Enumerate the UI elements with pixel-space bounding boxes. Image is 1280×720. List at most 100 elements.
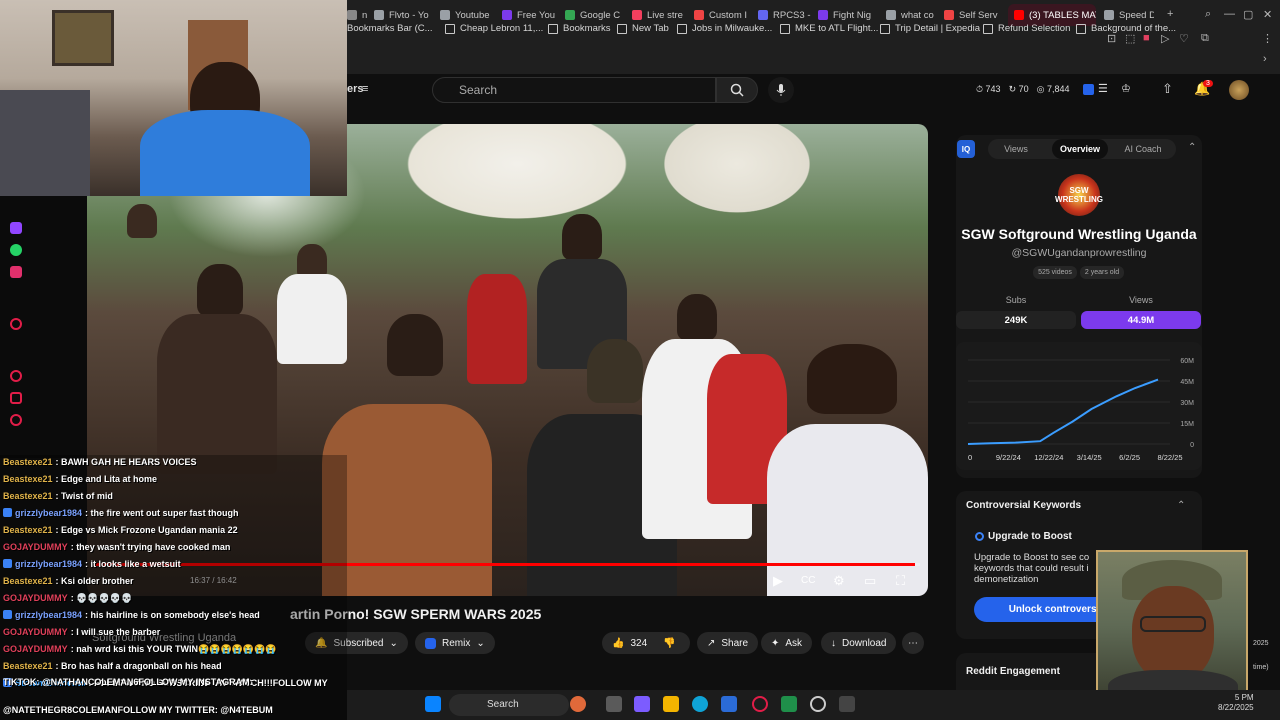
close-window-icon[interactable]: ✕: [1263, 8, 1272, 21]
chat-footer-line-1: TIKTOK: @NATHANCOLEMAN6FOLLOW MY INSTAGR…: [3, 677, 253, 687]
whatsapp-icon: [10, 244, 22, 256]
store-icon[interactable]: [721, 696, 737, 712]
search-tabs-icon[interactable]: ⌕: [1205, 8, 1211, 21]
extensions-puzzle-icon[interactable]: ⧉: [1201, 32, 1209, 45]
side-note: time): [1253, 664, 1269, 671]
start-menu-icon[interactable]: [425, 696, 441, 712]
new-tab-icon[interactable]: +: [1167, 8, 1173, 20]
bookmark-item[interactable]: Jobs in Milwauke...: [677, 23, 772, 34]
captions-icon[interactable]: CC: [801, 575, 815, 586]
bookmark-page-icon: [780, 23, 790, 34]
account-avatar[interactable]: [1229, 80, 1249, 100]
obs-icon[interactable]: [810, 696, 826, 712]
remix-label: Remix: [442, 637, 471, 649]
ask-button[interactable]: ✦ Ask: [761, 632, 813, 654]
screenshot-icon[interactable]: ⬚: [1125, 32, 1135, 45]
bookmark-item[interactable]: Bookmarks: [548, 23, 611, 34]
bookmark-item[interactable]: MKE to ATL Flight...: [780, 23, 878, 34]
minimize-icon[interactable]: —: [1224, 8, 1235, 20]
heart-icon[interactable]: ♡: [1179, 32, 1189, 45]
tab-label: RPCS3 -: [773, 9, 811, 21]
streamer-shirt: [140, 110, 310, 196]
bookmark-item[interactable]: Cheap Lebron 11,...: [445, 23, 543, 34]
like-count: 324: [630, 637, 648, 649]
vidiq-icon[interactable]: [1083, 84, 1094, 95]
fullscreen-icon[interactable]: ⛶: [896, 573, 905, 589]
bookmark-page-icon: [880, 23, 890, 34]
copilot-icon[interactable]: [634, 696, 650, 712]
bookmark-item[interactable]: New Tab: [617, 23, 669, 34]
list-icon[interactable]: ☰: [1098, 82, 1108, 95]
bookmark-item[interactable]: Bookmarks Bar (C...: [347, 23, 433, 34]
tab-views[interactable]: Views: [990, 139, 1042, 159]
voice-search-button[interactable]: [768, 77, 794, 103]
chevron-down-icon: ⌄: [476, 637, 485, 649]
more-dots-icon: ⋯: [908, 637, 918, 649]
file-explorer-icon[interactable]: [663, 696, 679, 712]
keywords-collapse-icon[interactable]: ⌃: [1177, 500, 1185, 511]
trophy-icon[interactable]: ♔: [1121, 82, 1131, 95]
menu-dots-icon[interactable]: ⋮: [1262, 32, 1273, 45]
taskbar-clock[interactable]: 5 PM 8/22/2025: [1218, 693, 1254, 713]
filter-icon[interactable]: ≡: [362, 83, 368, 95]
subs-value: 249K: [956, 311, 1076, 329]
chat-badge-icon: [3, 559, 12, 568]
boost-title: Upgrade to Boost: [988, 531, 1072, 542]
widget-icon[interactable]: [570, 696, 586, 712]
chat-username: Beastexe21: [3, 661, 53, 671]
collapse-chevron-icon[interactable]: ⌃: [1188, 142, 1196, 153]
more-actions-button[interactable]: ⋯: [902, 632, 924, 654]
theater-mode-icon[interactable]: ▭: [864, 573, 876, 589]
remix-button[interactable]: Remix ⌄: [415, 632, 495, 654]
like-dislike-button[interactable]: 👍 324 👎: [602, 632, 690, 654]
download-button[interactable]: ↓ Download: [821, 632, 897, 654]
share-button[interactable]: ↗ Share: [697, 632, 759, 654]
views-value: 44.9M: [1081, 311, 1201, 329]
download-label: Download: [842, 637, 887, 649]
bookmark-item[interactable]: Trip Detail | Expedia: [880, 23, 980, 34]
cast-icon[interactable]: ⊡: [1107, 32, 1116, 45]
maximize-icon[interactable]: ▢: [1243, 8, 1253, 21]
remix-icon: [425, 637, 436, 649]
tab-favicon-icon: [347, 10, 357, 20]
channel-name: SGW Softground Wrestling Uganda: [961, 226, 1197, 242]
task-view-icon[interactable]: [606, 696, 622, 712]
chat-text: Edge vs Mick Frozone Ugandan mania 22: [61, 525, 238, 535]
tab-favicon-icon: [1104, 10, 1114, 20]
edge-browser-icon[interactable]: [692, 696, 708, 712]
chat-text: his hairline is on somebody else's head: [90, 610, 260, 620]
tab-overview[interactable]: Overview: [1052, 139, 1108, 159]
taskbar-search[interactable]: Search: [449, 694, 569, 716]
chat-text: they wasn't trying have cooked man: [76, 542, 231, 552]
clock-icon: [10, 370, 22, 382]
search-button[interactable]: [716, 77, 758, 103]
chart-x-tick-label: 8/22/25: [1157, 453, 1182, 462]
streamer-webcam: [0, 0, 347, 196]
avatar-glasses: [1140, 616, 1206, 632]
tab-label: Flvto - Yo: [389, 9, 429, 21]
tab-ai-coach[interactable]: AI Coach: [1116, 139, 1170, 159]
tab-favicon-icon: [758, 10, 768, 20]
chat-text: Bro has half a dragonball on his head: [61, 661, 222, 671]
share-label: Share: [721, 637, 749, 649]
iq-badge: IQ: [957, 140, 975, 158]
gear-icon: [10, 414, 22, 426]
search-input[interactable]: Search: [432, 77, 716, 103]
chevron-down-icon: ⌄: [389, 637, 398, 649]
crowd-figure: [197, 264, 243, 316]
bookmark-item[interactable]: Refund Selection: [983, 23, 1070, 34]
settings-gear-icon[interactable]: ⚙: [833, 573, 845, 589]
autoplay-toggle-icon[interactable]: ▶: [773, 573, 783, 589]
twitch-icon: [10, 222, 22, 234]
chat-text: Ksi older brother: [61, 576, 134, 586]
app-icon-2[interactable]: [839, 696, 855, 712]
play-icon[interactable]: ▷: [1161, 32, 1169, 45]
upload-icon[interactable]: ⇧: [1162, 81, 1173, 97]
opera-gx-icon[interactable]: [752, 696, 768, 712]
bookmarks-more-icon[interactable]: ›: [1263, 53, 1267, 65]
extension-icon[interactable]: ■: [1143, 32, 1150, 44]
app-icon[interactable]: [781, 696, 797, 712]
chat-message: grizzlybear1984: the fire went out super…: [3, 508, 239, 518]
chat-badge-icon: [3, 610, 12, 619]
tab-favicon-icon: [694, 10, 704, 20]
